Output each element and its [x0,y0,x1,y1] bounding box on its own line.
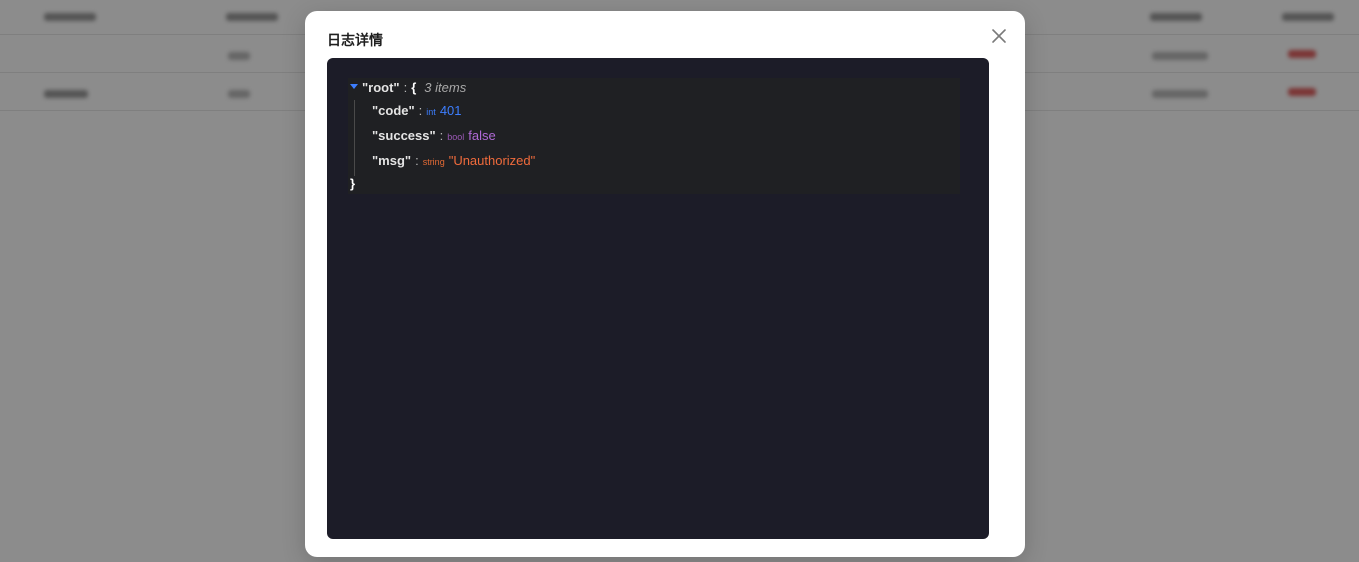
json-colon: : [439,128,444,143]
json-colon: : [418,103,423,118]
json-key: "code" [372,103,415,118]
json-type-label: string [422,157,445,167]
json-open-brace: { [411,80,417,95]
json-viewer: "root":{3 items "code": int 401 "success":… [327,58,989,539]
json-key: "success" [372,128,436,143]
json-type-label: bool [447,132,465,142]
log-detail-modal: 日志详情 "root":{3 items "code": int 401 "succ… [305,11,1025,557]
json-field-code: "code": int 401 [372,103,462,120]
json-close-line: } [350,176,355,192]
json-field-success: "success": bool false [372,128,496,145]
indent-guide [354,100,355,176]
json-key: "msg" [372,153,412,168]
json-value: false [468,128,496,143]
modal-title: 日志详情 [327,33,383,49]
json-value: 401 [439,103,462,118]
close-button[interactable] [989,26,1009,46]
json-value: "Unauthorized" [448,153,536,168]
json-root-line: "root":{3 items [350,80,466,96]
json-colon: : [403,80,408,95]
json-type-label: int [426,107,436,117]
json-colon: : [415,153,419,168]
json-field-msg: "msg": string "Unauthorized" [372,153,535,170]
json-close-brace: } [350,176,356,191]
collapse-caret-icon[interactable] [350,84,358,90]
close-icon [992,29,1006,43]
json-root-key: "root" [362,80,400,95]
json-item-count: 3 items [424,80,467,95]
